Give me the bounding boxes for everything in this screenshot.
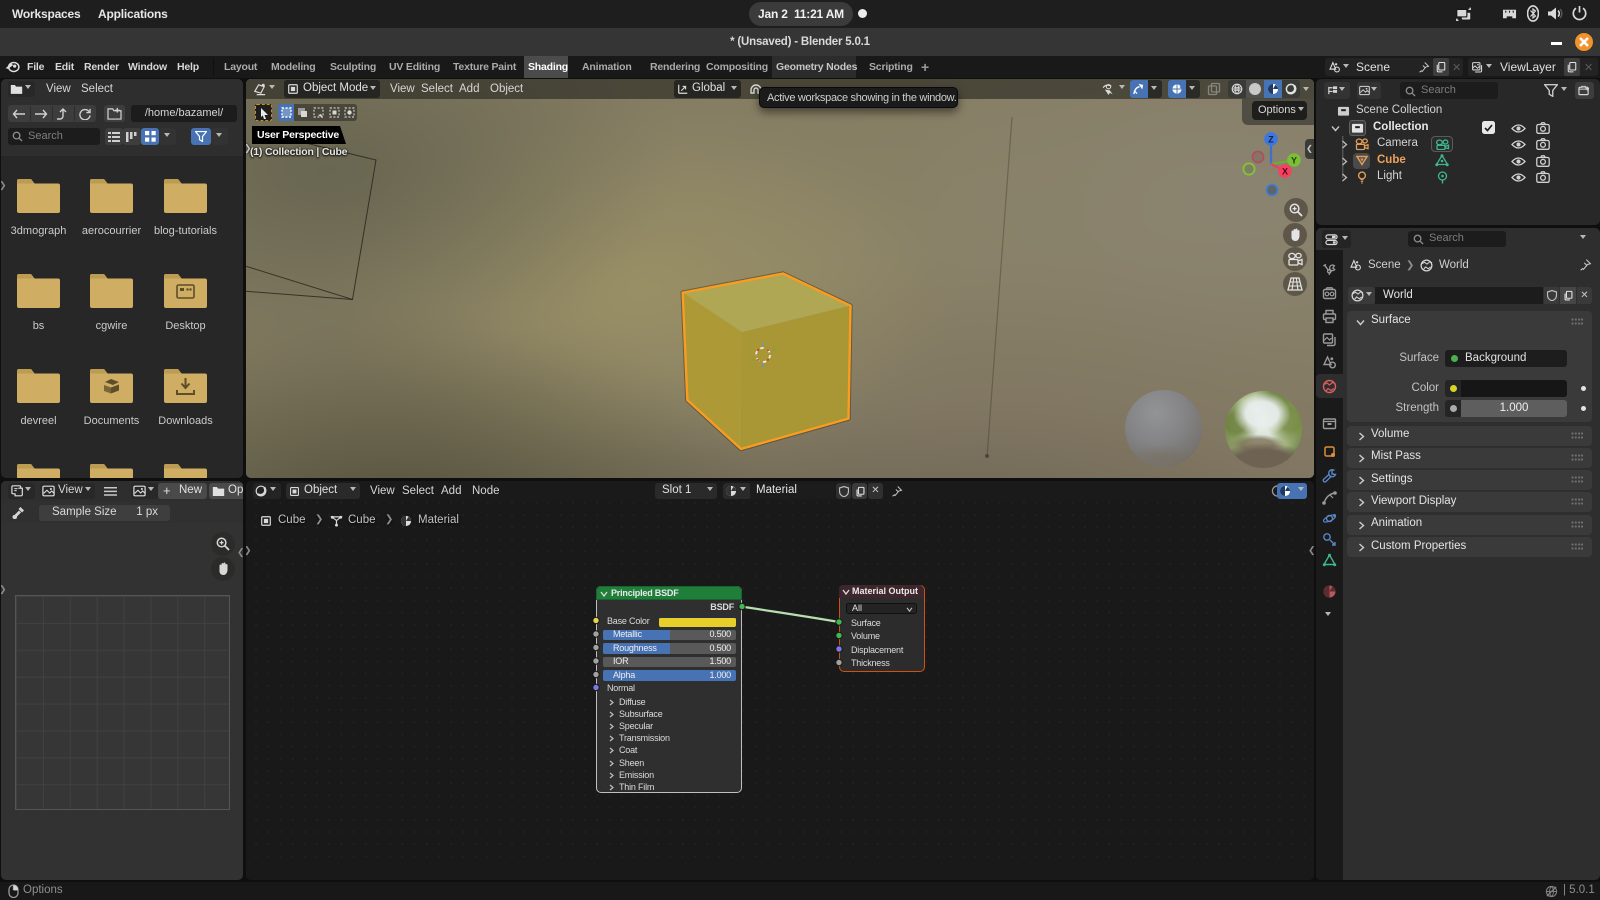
- svg-text:Y: Y: [1291, 156, 1297, 166]
- svg-text:X: X: [1282, 167, 1288, 177]
- svg-text:Z: Z: [1268, 135, 1274, 145]
